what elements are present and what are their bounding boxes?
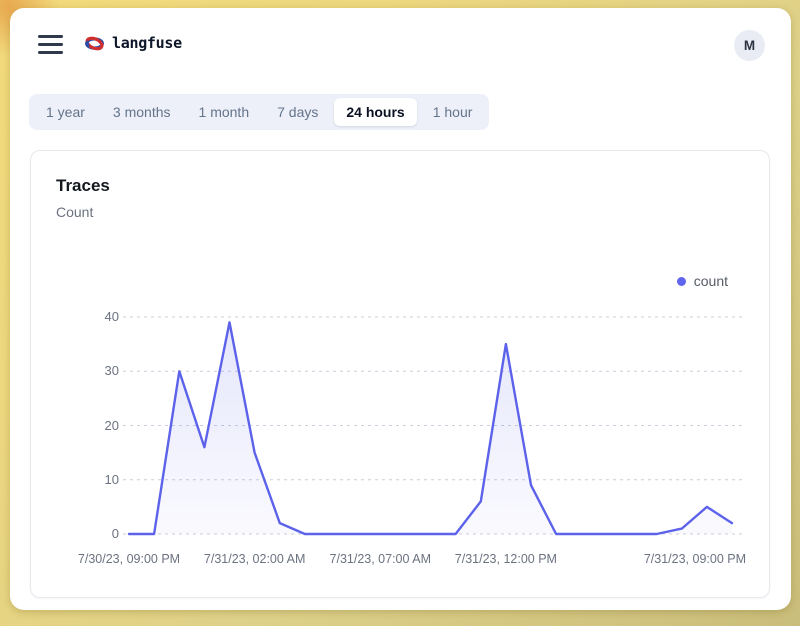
traces-card: Traces Count count 0102030407/30/23, 09:…	[30, 150, 770, 598]
tab-7-days[interactable]: 7 days	[265, 98, 330, 126]
user-avatar[interactable]: M	[734, 30, 765, 61]
time-range-tabs: 1 year3 months1 month7 days24 hours1 hou…	[29, 94, 489, 130]
brand-logo[interactable]: langfuse	[84, 34, 182, 52]
x-tick-label-10: 7/31/23, 07:00 AM	[314, 551, 446, 567]
y-tick-label-40: 40	[71, 309, 119, 325]
brand-name: langfuse	[112, 34, 182, 52]
app-header: langfuse M	[10, 8, 791, 78]
y-tick-label-10: 10	[71, 472, 119, 488]
menu-button[interactable]	[38, 35, 63, 54]
area-fill	[129, 322, 732, 534]
x-tick-label-0: 7/30/23, 09:00 PM	[63, 551, 195, 567]
traces-area-chart: 0 10 20 30 40 7/30/23, 09:00 PM7/31/23, 02:00…	[31, 151, 769, 597]
chart-canvas	[31, 151, 769, 597]
tab-24-hours[interactable]: 24 hours	[334, 98, 416, 126]
tab-1-month[interactable]: 1 month	[187, 98, 262, 126]
x-tick-label-5: 7/31/23, 02:00 AM	[189, 551, 321, 567]
hamburger-icon	[38, 35, 63, 54]
y-tick-label-20: 20	[71, 418, 119, 434]
x-tick-label-15: 7/31/23, 12:00 PM	[440, 551, 572, 567]
y-tick-label-0: 0	[71, 526, 119, 542]
tab-1-year[interactable]: 1 year	[34, 98, 97, 126]
tab-1-hour[interactable]: 1 hour	[421, 98, 485, 126]
x-tick-label-24: 7/31/23, 09:00 PM	[614, 551, 746, 567]
y-tick-label-30: 30	[71, 363, 119, 379]
app-window: langfuse M 1 year3 months1 month7 days24…	[10, 8, 791, 610]
tab-3-months[interactable]: 3 months	[101, 98, 183, 126]
langfuse-knot-icon	[84, 35, 105, 52]
desktop-background: langfuse M 1 year3 months1 month7 days24…	[0, 0, 800, 626]
